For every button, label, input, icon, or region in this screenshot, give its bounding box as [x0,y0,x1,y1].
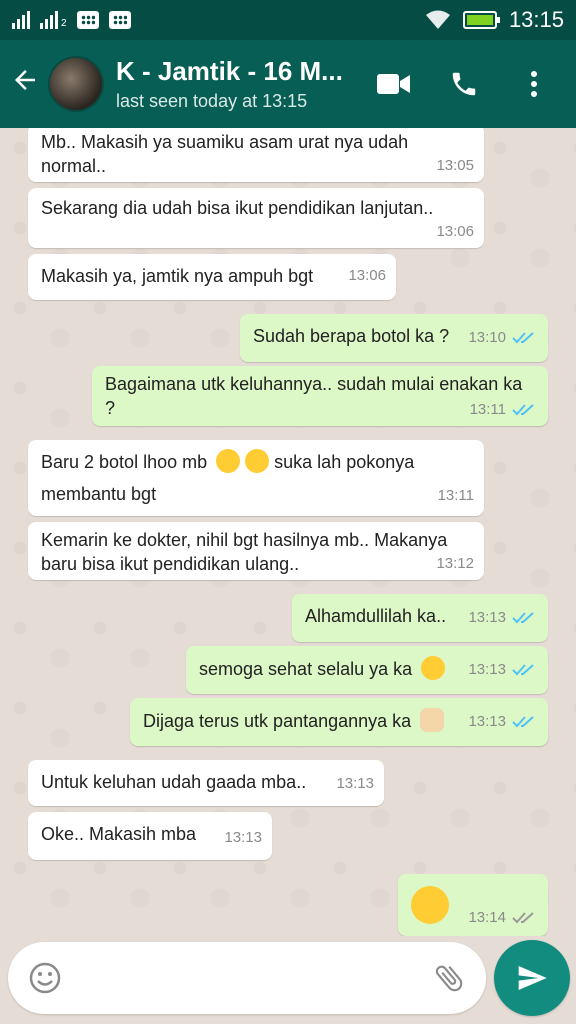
composer [0,936,576,1024]
message-time: 13:06 [436,223,474,240]
smiley-icon[interactable] [28,961,62,995]
battery-icon [462,11,500,29]
bbm-notification-icon [76,11,99,29]
message-time: 13:14 [468,909,506,926]
contact-name: K - Jamtik - 16 M... [116,56,343,86]
message-incoming[interactable]: Baru 2 botol lhoo mb suka lah pokonya me… [28,440,484,516]
message-time: 13:12 [436,555,474,572]
read-ticks-icon [512,664,534,676]
signal-sim2-icon: 2 [40,11,67,29]
video-call-icon[interactable] [376,66,412,102]
message-time: 13:05 [436,157,474,174]
message-incoming[interactable]: Makasih ya, jamtik nya ampuh bgt 13:06 [28,254,396,300]
message-input-container[interactable] [8,942,486,1014]
chat-header: K - Jamtik - 16 M... last seen today at … [0,40,576,128]
read-ticks-icon [512,716,534,728]
heart-eyes-emoji [245,449,270,473]
message-time: 13:11 [437,487,474,504]
message-text: semoga sehat selalu ya ka [199,659,413,679]
message-text: Bagaimana utk keluhannya.. sudah mulai e… [105,374,523,418]
message-time: 13:13 [224,829,262,846]
send-button[interactable] [494,940,570,1016]
message-text: Makasih ya, jamtik nya ampuh bgt [41,266,314,286]
message-incoming[interactable]: Sekarang dia udah bisa ikut pendidikan l… [28,188,484,248]
message-text: Sekarang dia udah bisa ikut pendidikan l… [41,198,434,218]
message-time: 13:13 [336,775,374,792]
status-bar: 2 13:15 [0,0,576,40]
contact-info[interactable]: K - Jamtik - 16 M... last seen today at … [116,56,376,112]
more-vert-icon[interactable] [516,66,552,102]
message-text: Kemarin ke dokter, nihil bgt hasilnya mb… [41,530,448,574]
message-text: Mb.. Makasih ya suamiku asam urat nya ud… [41,132,409,176]
message-outgoing[interactable]: Alhamdullilah ka.. 13:13 [292,594,548,642]
message-text: Sudah berapa botol ka ? [253,326,450,346]
read-ticks-icon [512,404,534,416]
message-time: 13:13 [468,609,506,626]
read-ticks-icon [512,612,534,624]
signal-icon [12,11,30,29]
wifi-icon [425,10,450,29]
message-time: 13:10 [468,329,506,346]
folded-hands-emoji [420,708,445,732]
message-text: Alhamdullilah ka.. [305,606,447,626]
send-icon [518,966,547,990]
voice-call-icon[interactable] [446,66,482,102]
message-outgoing[interactable]: Dijaga terus utk pantangannya ka 13:13 [130,698,548,746]
last-seen-status: last seen today at 13:15 [116,91,308,111]
bbm-notification-icon [108,11,131,29]
message-time: 13:06 [348,267,386,284]
message-incoming[interactable]: Mb.. Makasih ya suamiku asam urat nya ud… [28,128,484,182]
message-incoming[interactable]: Untuk keluhan udah gaada mba.. 13:13 [28,760,384,806]
message-incoming[interactable]: Kemarin ke dokter, nihil bgt hasilnya mb… [28,522,484,580]
clock: 13:15 [508,7,564,32]
delivered-ticks-icon [512,912,534,924]
message-outgoing[interactable]: 13:14 [398,874,548,936]
message-text: Baru 2 botol lhoo mb [41,452,208,472]
grinning-face-emoji [216,449,241,473]
message-outgoing[interactable]: Sudah berapa botol ka ? 13:10 [240,314,548,362]
message-outgoing[interactable]: Bagaimana utk keluhannya.. sudah mulai e… [92,366,548,426]
message-time: 13:13 [468,713,506,730]
contact-avatar[interactable] [48,56,104,112]
message-incoming[interactable]: Oke.. Makasih mba 13:13 [28,812,272,860]
winking-face-emoji [411,886,449,924]
message-time: 13:11 [469,401,506,418]
message-list[interactable]: Mb.. Makasih ya suamiku asam urat nya ud… [0,128,576,936]
message-text: Dijaga terus utk pantangannya ka [143,711,412,731]
paperclip-icon[interactable] [432,961,466,995]
message-input[interactable] [76,966,418,990]
message-time: 13:13 [468,661,506,678]
hugging-face-emoji [421,656,446,680]
read-ticks-icon [512,332,534,344]
message-text: Untuk keluhan udah gaada mba.. [41,772,307,792]
message-outgoing[interactable]: semoga sehat selalu ya ka 13:13 [186,646,548,694]
arrow-left-icon[interactable] [10,65,44,104]
message-text: Oke.. Makasih mba [41,824,197,844]
